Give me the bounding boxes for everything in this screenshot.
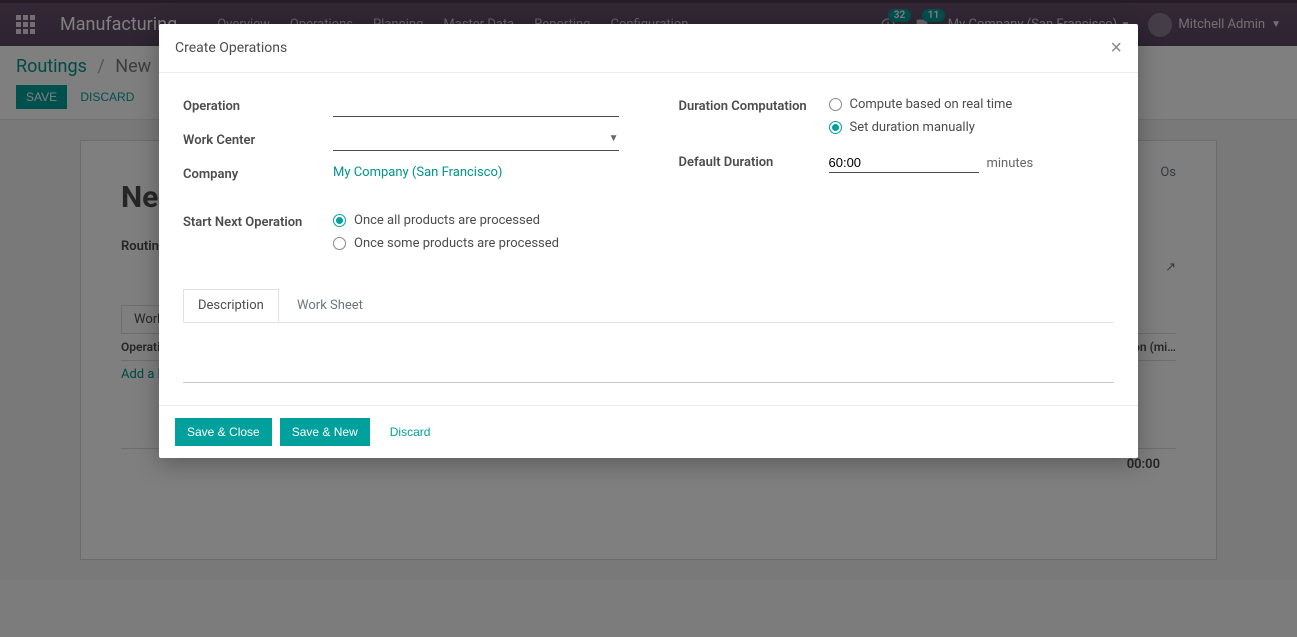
radio-start-some[interactable]: Once some products are processed <box>333 236 619 251</box>
operation-label: Operation <box>183 97 333 114</box>
radio-duration-real[interactable]: Compute based on real time <box>829 97 1115 112</box>
tab-worksheet[interactable]: Work Sheet <box>282 289 378 322</box>
radio-duration-manual-label: Set duration manually <box>850 120 975 135</box>
default-duration-label: Default Duration <box>679 153 829 170</box>
close-icon[interactable]: × <box>1110 38 1122 58</box>
description-editor[interactable] <box>183 343 1114 383</box>
start-next-label: Start Next Operation <box>183 213 333 230</box>
radio-icon <box>333 237 346 250</box>
work-center-select[interactable] <box>333 131 619 151</box>
modal-notebook: Description Work Sheet <box>183 289 1114 323</box>
save-close-button[interactable]: Save & Close <box>175 418 272 446</box>
tab-description[interactable]: Description <box>183 289 279 322</box>
create-operations-modal: Create Operations × Operation Work Cente… <box>159 24 1138 458</box>
chevron-down-icon[interactable]: ▼ <box>609 133 619 144</box>
radio-duration-manual[interactable]: Set duration manually <box>829 120 1115 135</box>
modal-discard-button[interactable]: Discard <box>378 418 443 446</box>
radio-icon <box>829 121 842 134</box>
radio-duration-real-label: Compute based on real time <box>850 97 1013 112</box>
duration-unit: minutes <box>987 156 1034 171</box>
save-new-button[interactable]: Save & New <box>280 418 370 446</box>
radio-start-all-label: Once all products are processed <box>354 213 540 228</box>
operation-input[interactable] <box>333 97 619 117</box>
default-duration-input[interactable] <box>829 153 979 173</box>
radio-start-all[interactable]: Once all products are processed <box>333 213 619 228</box>
radio-start-some-label: Once some products are processed <box>354 236 559 251</box>
radio-icon <box>829 98 842 111</box>
company-label: Company <box>183 165 333 182</box>
duration-comp-label: Duration Computation <box>679 97 829 114</box>
radio-icon <box>333 214 346 227</box>
company-value[interactable]: My Company (San Francisco) <box>333 165 502 180</box>
work-center-label: Work Center <box>183 131 333 148</box>
modal-title: Create Operations <box>175 40 287 56</box>
